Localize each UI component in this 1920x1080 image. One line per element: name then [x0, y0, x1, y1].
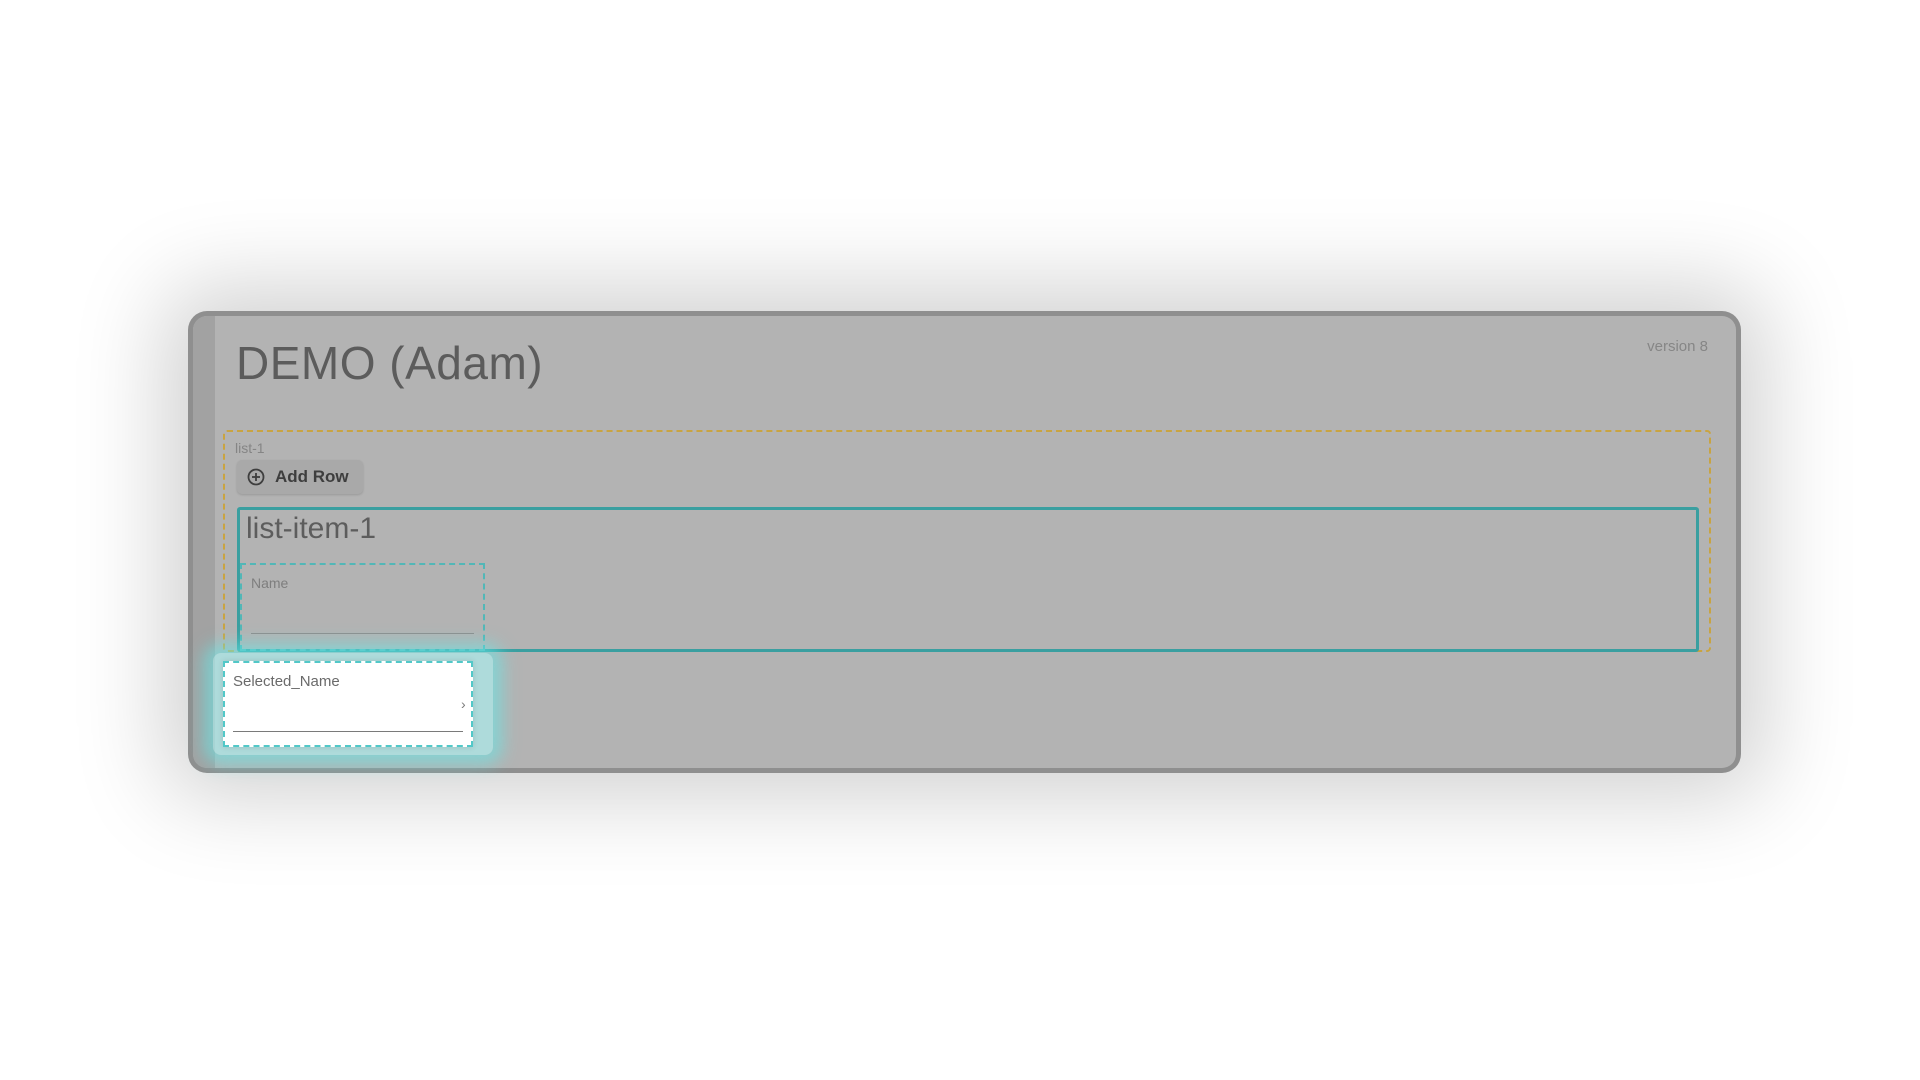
selected-name-input[interactable] — [233, 699, 451, 731]
add-row-label: Add Row — [275, 467, 349, 486]
version-label: version 8 — [1647, 338, 1708, 355]
screen: DEMO (Adam) version 8 list-1 Add Row lis… — [0, 0, 1920, 1080]
selected-name-underline — [233, 731, 463, 732]
app-window: DEMO (Adam) version 8 list-1 Add Row lis… — [193, 316, 1736, 768]
list-label: list-1 — [235, 440, 265, 456]
name-field-label: Name — [251, 575, 289, 591]
window-left-edge — [193, 316, 215, 768]
page-title: DEMO (Adam) — [236, 337, 544, 389]
name-input[interactable] — [251, 601, 474, 633]
list-item-title: list-item-1 — [246, 512, 377, 545]
name-field-underline — [251, 633, 474, 634]
selected-name-field[interactable]: Selected_Name › — [223, 661, 473, 747]
list-container: list-1 Add Row list-item-1 Name — [223, 430, 1711, 652]
add-row-button[interactable]: Add Row — [237, 460, 363, 494]
plus-circle-icon — [247, 468, 265, 486]
list-item: list-item-1 Name — [237, 507, 1699, 652]
selected-name-label: Selected_Name — [233, 673, 340, 690]
chevron-right-icon: › — [461, 696, 466, 712]
name-field: Name — [240, 563, 485, 651]
